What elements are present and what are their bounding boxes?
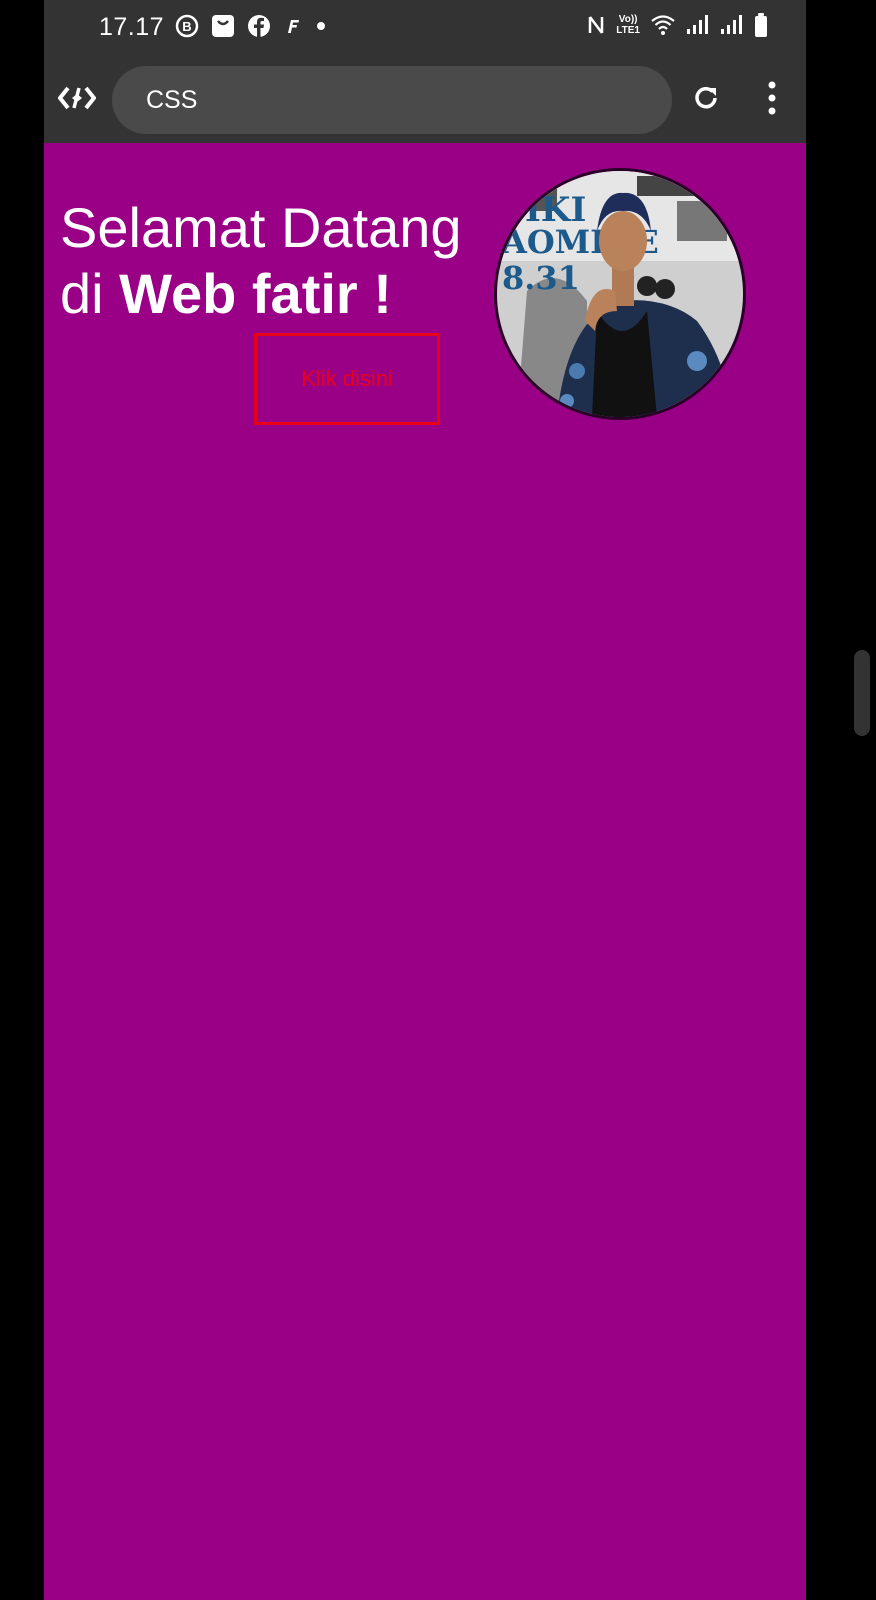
svg-text:B: B xyxy=(182,19,191,34)
signal-icon xyxy=(686,14,710,36)
battery-icon xyxy=(754,12,768,38)
volte-icon: Vo)) LTE1 xyxy=(616,14,640,36)
phone-screen: 17.17 B Vo)) LTE1 CSS Selamat Datang di … xyxy=(44,0,806,1600)
avatar-text-line3: 8.31 xyxy=(502,259,580,297)
status-bar: 17.17 B Vo)) LTE1 xyxy=(44,0,806,52)
heading-line1: Selamat Datang xyxy=(60,196,462,259)
status-time: 17.17 xyxy=(99,13,165,41)
url-text[interactable]: CSS xyxy=(146,86,197,115)
facebook-icon xyxy=(246,13,272,39)
scroll-handle[interactable] xyxy=(854,650,870,736)
f-app-icon xyxy=(282,15,304,37)
heading-line2-prefix: di xyxy=(60,262,120,325)
wifi-icon xyxy=(650,14,676,36)
dot-icon xyxy=(314,19,328,33)
shopping-bag-icon xyxy=(210,13,236,39)
more-vertical-icon[interactable] xyxy=(766,80,778,116)
volte-top-label: Vo)) xyxy=(618,14,638,25)
browser-toolbar: CSS xyxy=(44,52,806,143)
status-right-icons: Vo)) LTE1 xyxy=(586,12,768,38)
profile-avatar: IKI AOMINE 8.31 xyxy=(494,168,746,420)
heading-line2-bold: Web fatir ! xyxy=(119,262,392,325)
nfc-icon xyxy=(586,13,606,37)
klik-disini-button[interactable]: Klik disini xyxy=(254,333,440,425)
reload-icon[interactable] xyxy=(690,82,722,114)
b-circle-icon: B xyxy=(174,13,200,39)
status-left-icons: B xyxy=(174,13,328,39)
page-heading: Selamat Datang di Web fatir ! xyxy=(60,195,462,327)
code-editor-logo-icon[interactable] xyxy=(58,84,96,112)
signal-icon xyxy=(720,14,744,36)
volte-bottom-label: LTE1 xyxy=(616,25,640,36)
web-page: Selamat Datang di Web fatir ! IKI AOMINE… xyxy=(44,143,806,1600)
url-bar[interactable]: CSS xyxy=(112,66,672,134)
